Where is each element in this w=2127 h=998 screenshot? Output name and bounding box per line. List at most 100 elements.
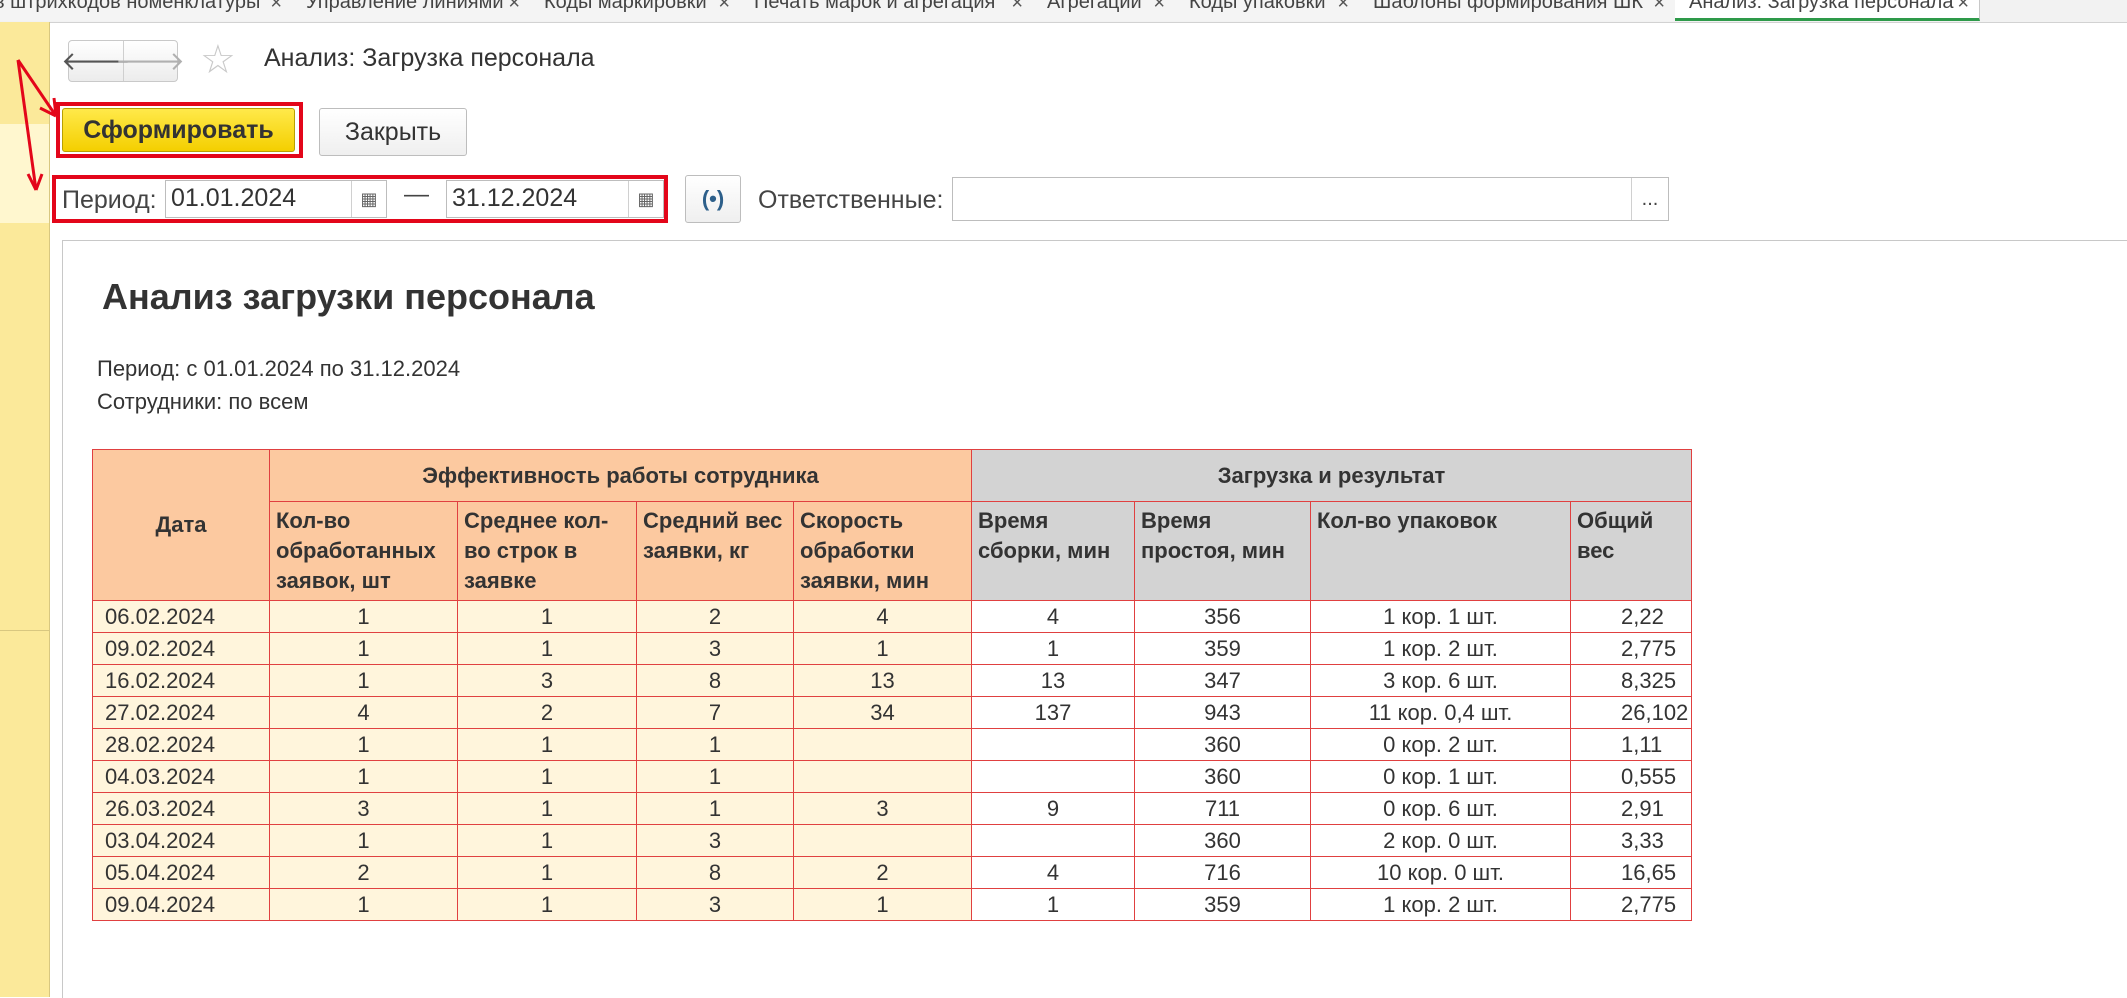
table-cell[interactable]: 4: [269, 696, 458, 729]
table-cell[interactable]: 4: [971, 600, 1135, 633]
table-cell[interactable]: [971, 728, 1135, 761]
table-cell[interactable]: 0 кор. 6 шт.: [1310, 792, 1571, 825]
tab-barcodes[interactable]: в штрихкодов номенклатуры ×: [0, 0, 293, 21]
table-cell[interactable]: 1: [269, 888, 458, 921]
table-cell[interactable]: 1: [269, 824, 458, 857]
table-cell[interactable]: 05.04.2024: [92, 856, 270, 889]
table-cell[interactable]: 3: [636, 632, 794, 665]
table-cell[interactable]: [793, 824, 972, 857]
table-cell[interactable]: 1: [457, 824, 637, 857]
table-cell[interactable]: [971, 824, 1135, 857]
table-cell[interactable]: 2: [636, 600, 794, 633]
calendar-icon[interactable]: ▦: [351, 181, 386, 217]
table-cell[interactable]: 1: [269, 600, 458, 633]
table-cell[interactable]: 1: [269, 632, 458, 665]
table-cell[interactable]: 1: [269, 760, 458, 793]
table-cell[interactable]: 1: [269, 664, 458, 697]
table-cell[interactable]: 3: [636, 888, 794, 921]
table-cell[interactable]: 943: [1134, 696, 1311, 729]
table-cell[interactable]: 0,555: [1570, 760, 1692, 793]
table-cell[interactable]: 1: [457, 600, 637, 633]
table-cell[interactable]: 2,775: [1570, 888, 1692, 921]
date-to-field[interactable]: 31.12.2024 ▦: [446, 180, 664, 218]
forward-arrow-icon[interactable]: 🡒: [115, 41, 185, 81]
table-cell[interactable]: 11 кор. 0,4 шт.: [1310, 696, 1571, 729]
table-cell[interactable]: 1: [971, 632, 1135, 665]
close-icon[interactable]: ×: [270, 0, 282, 13]
close-icon[interactable]: ×: [1153, 0, 1165, 13]
calendar-icon[interactable]: ▦: [628, 181, 663, 217]
date-from-field[interactable]: 01.01.2024 ▦: [165, 180, 387, 218]
table-cell[interactable]: 27.02.2024: [92, 696, 270, 729]
date-to-value[interactable]: 31.12.2024: [452, 184, 577, 213]
table-cell[interactable]: 3: [269, 792, 458, 825]
close-icon[interactable]: ×: [1011, 0, 1023, 13]
link-period-icon[interactable]: (•): [685, 175, 741, 223]
table-cell[interactable]: 2,22: [1570, 600, 1692, 633]
table-cell[interactable]: 2,775: [1570, 632, 1692, 665]
table-cell[interactable]: 359: [1134, 888, 1311, 921]
table-cell[interactable]: 13: [971, 664, 1135, 697]
table-cell[interactable]: 1,11: [1570, 728, 1692, 761]
table-cell[interactable]: 1 кор. 2 шт.: [1310, 888, 1571, 921]
table-cell[interactable]: 360: [1134, 760, 1311, 793]
table-cell[interactable]: 8: [636, 856, 794, 889]
table-cell[interactable]: 8,325: [1570, 664, 1692, 697]
table-cell[interactable]: 360: [1134, 728, 1311, 761]
close-icon[interactable]: ×: [718, 0, 730, 13]
table-cell[interactable]: 3: [636, 824, 794, 857]
table-cell[interactable]: 347: [1134, 664, 1311, 697]
select-button[interactable]: ...: [1631, 178, 1668, 220]
table-cell[interactable]: 137: [971, 696, 1135, 729]
table-cell[interactable]: [971, 760, 1135, 793]
date-from-value[interactable]: 01.01.2024: [171, 184, 296, 213]
table-cell[interactable]: 1: [457, 728, 637, 761]
table-cell[interactable]: 360: [1134, 824, 1311, 857]
close-icon[interactable]: ×: [508, 0, 520, 13]
table-cell[interactable]: 3: [793, 792, 972, 825]
responsible-field[interactable]: ...: [952, 177, 1669, 221]
table-cell[interactable]: 711: [1134, 792, 1311, 825]
table-cell[interactable]: 13: [793, 664, 972, 697]
table-cell[interactable]: 3: [457, 664, 637, 697]
close-icon[interactable]: ×: [1337, 0, 1349, 13]
table-cell[interactable]: 2,91: [1570, 792, 1692, 825]
tab-package-codes[interactable]: Коды упаковки ×: [1175, 0, 1360, 21]
table-cell[interactable]: 3,33: [1570, 824, 1692, 857]
table-cell[interactable]: 34: [793, 696, 972, 729]
table-cell[interactable]: 2 кор. 0 шт.: [1310, 824, 1571, 857]
table-cell[interactable]: 1: [457, 760, 637, 793]
table-cell[interactable]: 716: [1134, 856, 1311, 889]
table-cell[interactable]: 28.02.2024: [92, 728, 270, 761]
table-cell[interactable]: 359: [1134, 632, 1311, 665]
table-cell[interactable]: 1: [971, 888, 1135, 921]
generate-button[interactable]: Сформировать: [62, 108, 295, 152]
favorite-star-icon[interactable]: ☆: [200, 40, 236, 80]
table-cell[interactable]: 4: [971, 856, 1135, 889]
table-cell[interactable]: 1: [636, 760, 794, 793]
table-cell[interactable]: 16.02.2024: [92, 664, 270, 697]
table-cell[interactable]: 3 кор. 6 шт.: [1310, 664, 1571, 697]
tab-line-management[interactable]: Управление линиями ×: [292, 0, 531, 21]
table-cell[interactable]: [793, 760, 972, 793]
tab-aggregations[interactable]: Агрегации ×: [1033, 0, 1176, 21]
table-cell[interactable]: 4: [793, 600, 972, 633]
tab-print-marks[interactable]: Печать марок и агрегация ×: [740, 0, 1034, 21]
table-cell[interactable]: 03.04.2024: [92, 824, 270, 857]
table-cell[interactable]: 1: [636, 792, 794, 825]
table-cell[interactable]: 8: [636, 664, 794, 697]
table-cell[interactable]: 1: [457, 792, 637, 825]
tab-barcode-templates[interactable]: Шаблоны формирования ШК ×: [1359, 0, 1676, 21]
table-cell[interactable]: 04.03.2024: [92, 760, 270, 793]
table-cell[interactable]: 0 кор. 2 шт.: [1310, 728, 1571, 761]
table-cell[interactable]: 1: [793, 888, 972, 921]
table-cell[interactable]: 2: [793, 856, 972, 889]
table-cell[interactable]: 1: [793, 632, 972, 665]
table-cell[interactable]: 2: [269, 856, 458, 889]
table-cell[interactable]: 06.02.2024: [92, 600, 270, 633]
table-cell[interactable]: 10 кор. 0 шт.: [1310, 856, 1571, 889]
table-cell[interactable]: 1: [457, 888, 637, 921]
table-cell[interactable]: 09.02.2024: [92, 632, 270, 665]
tab-marking-codes[interactable]: Коды маркировки ×: [530, 0, 741, 21]
table-cell[interactable]: 1 кор. 2 шт.: [1310, 632, 1571, 665]
